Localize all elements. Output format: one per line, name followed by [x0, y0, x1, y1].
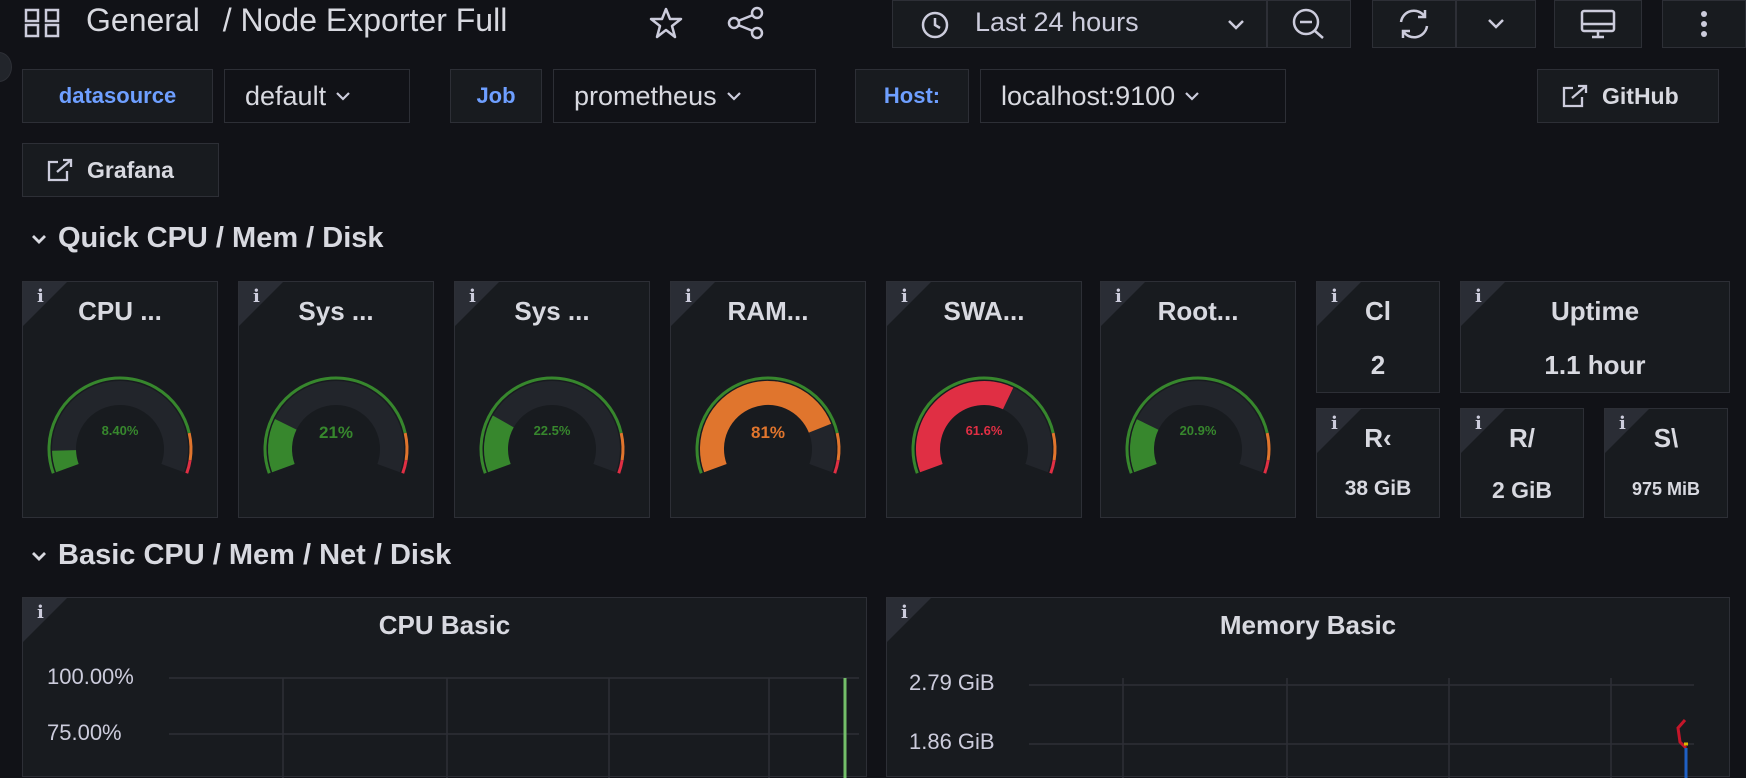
time-range-label: Last 24 hours: [975, 7, 1139, 37]
row-title: Quick CPU / Mem / Disk: [58, 222, 384, 254]
stat-value: 2 GiB: [1491, 477, 1553, 503]
panel-title: R‹: [1364, 423, 1392, 453]
panel-cpu-basic: i CPU Basic 100.00% 75.00%: [22, 597, 867, 778]
gauge-panel: i Root... 20.9%: [1100, 281, 1296, 518]
gauge-chart: [263, 376, 409, 474]
gauge-value: 21%: [318, 423, 354, 442]
kebab-menu-icon: [1699, 9, 1709, 39]
star-icon[interactable]: [648, 6, 684, 40]
stat-value: 975 MiB: [1631, 479, 1701, 499]
variable-value: localhost:9100: [1001, 80, 1176, 111]
gauge-chart: [47, 376, 193, 474]
y-axis-tick: 1.86 GiB: [909, 729, 995, 754]
panel-title: Uptime: [1550, 296, 1640, 326]
time-picker-button[interactable]: Last 24 hours: [892, 0, 1267, 48]
gauge-chart: [1125, 376, 1271, 474]
gauge-value: 20.9%: [1179, 423, 1217, 438]
gauge-value: 22.5%: [533, 423, 571, 438]
gauge-value: 61.6%: [965, 423, 1003, 438]
y-axis-tick: 2.79 GiB: [909, 670, 995, 695]
row-header-basic[interactable]: Basic CPU / Mem / Net / Disk: [30, 539, 451, 572]
panel-title: CPU Basic: [378, 610, 511, 640]
gauge-value: 8.40%: [101, 423, 139, 438]
refresh-button[interactable]: [1372, 0, 1456, 48]
stat-panel-rootfs-total: i R‹ 38 GiB: [1316, 408, 1440, 518]
external-link-icon: [45, 157, 75, 183]
gauge-panel: i SWA... 61.6%: [886, 281, 1082, 518]
chevron-down-icon: [336, 91, 350, 101]
variable-value: default: [245, 80, 327, 111]
variable-select-job[interactable]: prometheus: [553, 69, 816, 123]
sidebar-toggle[interactable]: [0, 52, 12, 82]
clock-icon: [917, 11, 953, 39]
external-link-icon: [1560, 83, 1590, 109]
gauge-fill: [52, 449, 79, 473]
dashboard-title[interactable]: Node Exporter Full: [241, 2, 508, 38]
panel-title: Memory Basic: [1219, 610, 1397, 640]
breadcrumb-folder[interactable]: General: [86, 2, 200, 38]
gauge-panel: i RAM... 81%: [670, 281, 866, 518]
variable-select-datasource[interactable]: default: [224, 69, 410, 123]
share-icon[interactable]: [726, 6, 766, 40]
gauge-panel: i Sys ... 21%: [238, 281, 434, 518]
stat-panel-cpu-cores: i Cl 2: [1316, 281, 1440, 393]
stat-value: 2: [1370, 350, 1386, 380]
panel-title: Cl: [1365, 296, 1391, 326]
stat-panel-swap-total: i S\ 975 MiB: [1604, 408, 1728, 518]
cpu-chart-grid: [169, 677, 859, 778]
variable-label-host: Host:: [855, 69, 969, 123]
chevron-down-icon: [726, 91, 741, 101]
gauge-panel: i Sys ... 22.5%: [454, 281, 650, 518]
y-axis-tick: 75.00%: [47, 720, 122, 745]
chevron-down-icon: [30, 233, 48, 245]
grafana-link[interactable]: Grafana: [22, 143, 219, 197]
panel-title: S\: [1653, 423, 1679, 453]
tv-mode-button[interactable]: [1554, 0, 1642, 48]
refresh-interval-dropdown[interactable]: [1456, 0, 1536, 48]
zoom-out-button[interactable]: [1267, 0, 1351, 48]
stat-panel-uptime: i Uptime 1.1 hour: [1460, 281, 1730, 393]
panel-memory-basic: i Memory Basic 2.79 GiB 1.86 GiB: [886, 597, 1730, 778]
chevron-down-icon: [1227, 19, 1245, 31]
breadcrumb-separator: /: [222, 2, 232, 38]
memory-chart-grid: [1029, 678, 1694, 778]
row-title: Basic CPU / Mem / Net / Disk: [58, 539, 452, 571]
github-label: GitHub: [1602, 82, 1679, 109]
monitor-icon: [1578, 7, 1618, 41]
variable-value: prometheus: [574, 80, 717, 111]
variable-label-job: Job: [450, 69, 542, 123]
github-link[interactable]: GitHub: [1537, 69, 1719, 123]
refresh-icon: [1394, 7, 1434, 41]
stat-value: 38 GiB: [1344, 477, 1412, 500]
zoom-out-icon: [1290, 7, 1328, 41]
stat-value: 1.1 hour: [1544, 350, 1646, 380]
gauge-chart: [695, 376, 841, 474]
chevron-down-icon: [1487, 18, 1505, 30]
gauge-chart: [479, 376, 625, 474]
gauge-value: 81%: [750, 423, 786, 442]
row-header-quick[interactable]: Quick CPU / Mem / Disk: [30, 222, 384, 255]
chevron-down-icon: [30, 550, 48, 562]
gauge-chart: [911, 376, 1057, 474]
variable-select-host[interactable]: localhost:9100: [980, 69, 1286, 123]
gauge-panel: i CPU ... 8.40%: [22, 281, 218, 518]
variable-label-datasource: datasource: [22, 69, 213, 123]
panel-title: R/: [1509, 423, 1535, 453]
stat-panel-ram-total: i R/ 2 GiB: [1460, 408, 1584, 518]
y-axis-tick: 100.00%: [47, 664, 134, 689]
breadcrumb: General / Node Exporter Full: [86, 2, 507, 39]
more-options-button[interactable]: [1662, 0, 1746, 48]
grafana-label: Grafana: [87, 156, 174, 183]
chevron-down-icon: [1185, 91, 1199, 101]
dashboards-icon[interactable]: [24, 8, 62, 38]
